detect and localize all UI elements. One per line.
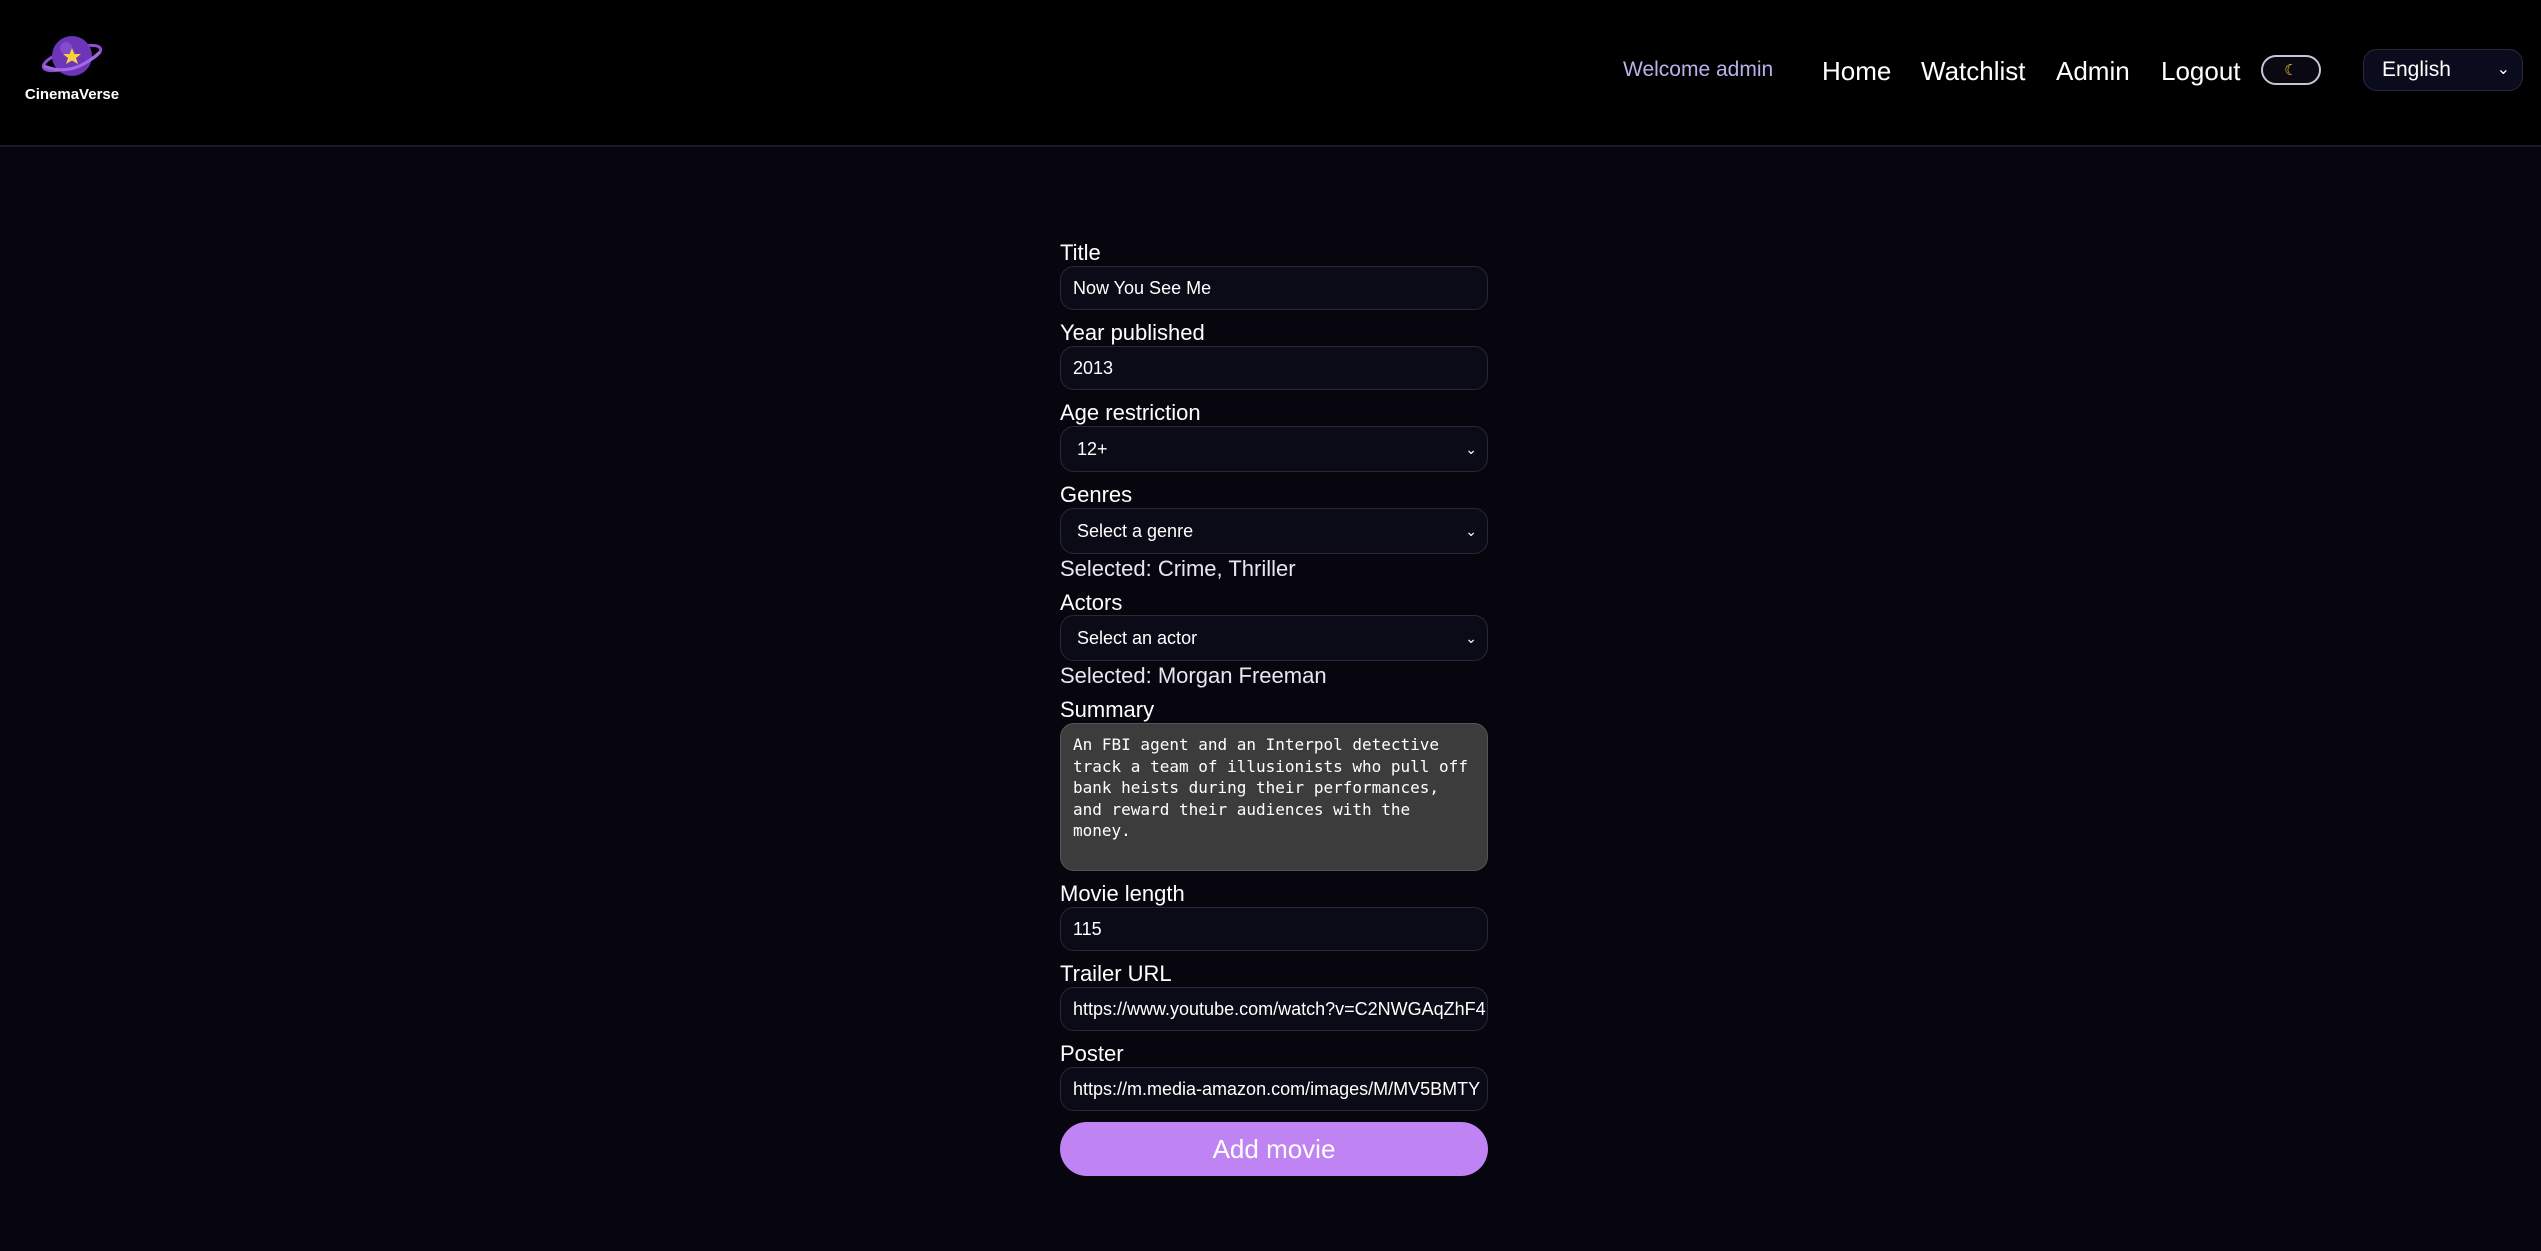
language-select[interactable]: English ⌄ [2363,49,2523,91]
page: CinemaVerse Welcome admin Home Watchlist… [0,0,2541,1251]
age-select[interactable]: 12+ ⌄ [1060,426,1488,472]
title-label: Title [1060,240,1101,265]
actors-label: Actors [1060,590,1123,615]
chevron-down-icon: ⌄ [1465,630,1477,646]
year-label: Year published [1060,320,1205,345]
chevron-down-icon: ⌄ [1465,441,1477,457]
poster-input[interactable]: https://m.media-amazon.com/images/M/MV5B… [1060,1067,1488,1111]
actors-placeholder: Select an actor [1077,628,1198,648]
trailer-input[interactable]: https://www.youtube.com/watch?v=C2NWGAqZ… [1060,987,1488,1031]
moon-icon: ☾ [2284,62,2298,79]
theme-toggle[interactable]: ☾ [2261,55,2321,85]
trailer-label: Trailer URL [1060,961,1172,986]
genres-selected: Selected: Crime, Thriller [1060,556,1296,581]
welcome-text: Welcome admin [1623,58,1774,81]
actors-select[interactable]: Select an actor ⌄ [1060,615,1488,661]
nav-admin[interactable]: Admin [2056,56,2130,87]
genres-placeholder: Select a genre [1077,521,1194,541]
chevron-down-icon: ⌄ [1465,523,1477,539]
nav-logout[interactable]: Logout [2161,56,2241,87]
length-input[interactable]: 115 [1060,907,1488,951]
logo-text: CinemaVerse [24,86,120,103]
chevron-down-icon: ⌄ [2496,61,2510,78]
planet-logo-icon [41,36,103,76]
language-value: English [2382,58,2451,81]
length-label: Movie length [1060,881,1185,906]
genres-label: Genres [1060,482,1133,507]
nav-home[interactable]: Home [1822,56,1891,87]
summary-label: Summary [1060,697,1155,722]
age-label: Age restriction [1060,400,1201,425]
genres-select[interactable]: Select a genre ⌄ [1060,508,1488,554]
add-movie-button[interactable]: Add movie [1060,1122,1488,1176]
logo[interactable]: CinemaVerse [22,30,122,106]
age-value: 12+ [1077,439,1108,459]
summary-textarea[interactable]: An FBI agent and an Interpol detective t… [1060,723,1488,871]
top-header: CinemaVerse Welcome admin Home Watchlist… [0,0,2541,147]
poster-label: Poster [1060,1041,1124,1066]
year-input[interactable]: 2013 [1060,346,1488,390]
nav-watchlist[interactable]: Watchlist [1921,56,2026,87]
actors-selected: Selected: Morgan Freeman [1060,663,1327,688]
title-input[interactable]: Now You See Me [1060,266,1488,310]
